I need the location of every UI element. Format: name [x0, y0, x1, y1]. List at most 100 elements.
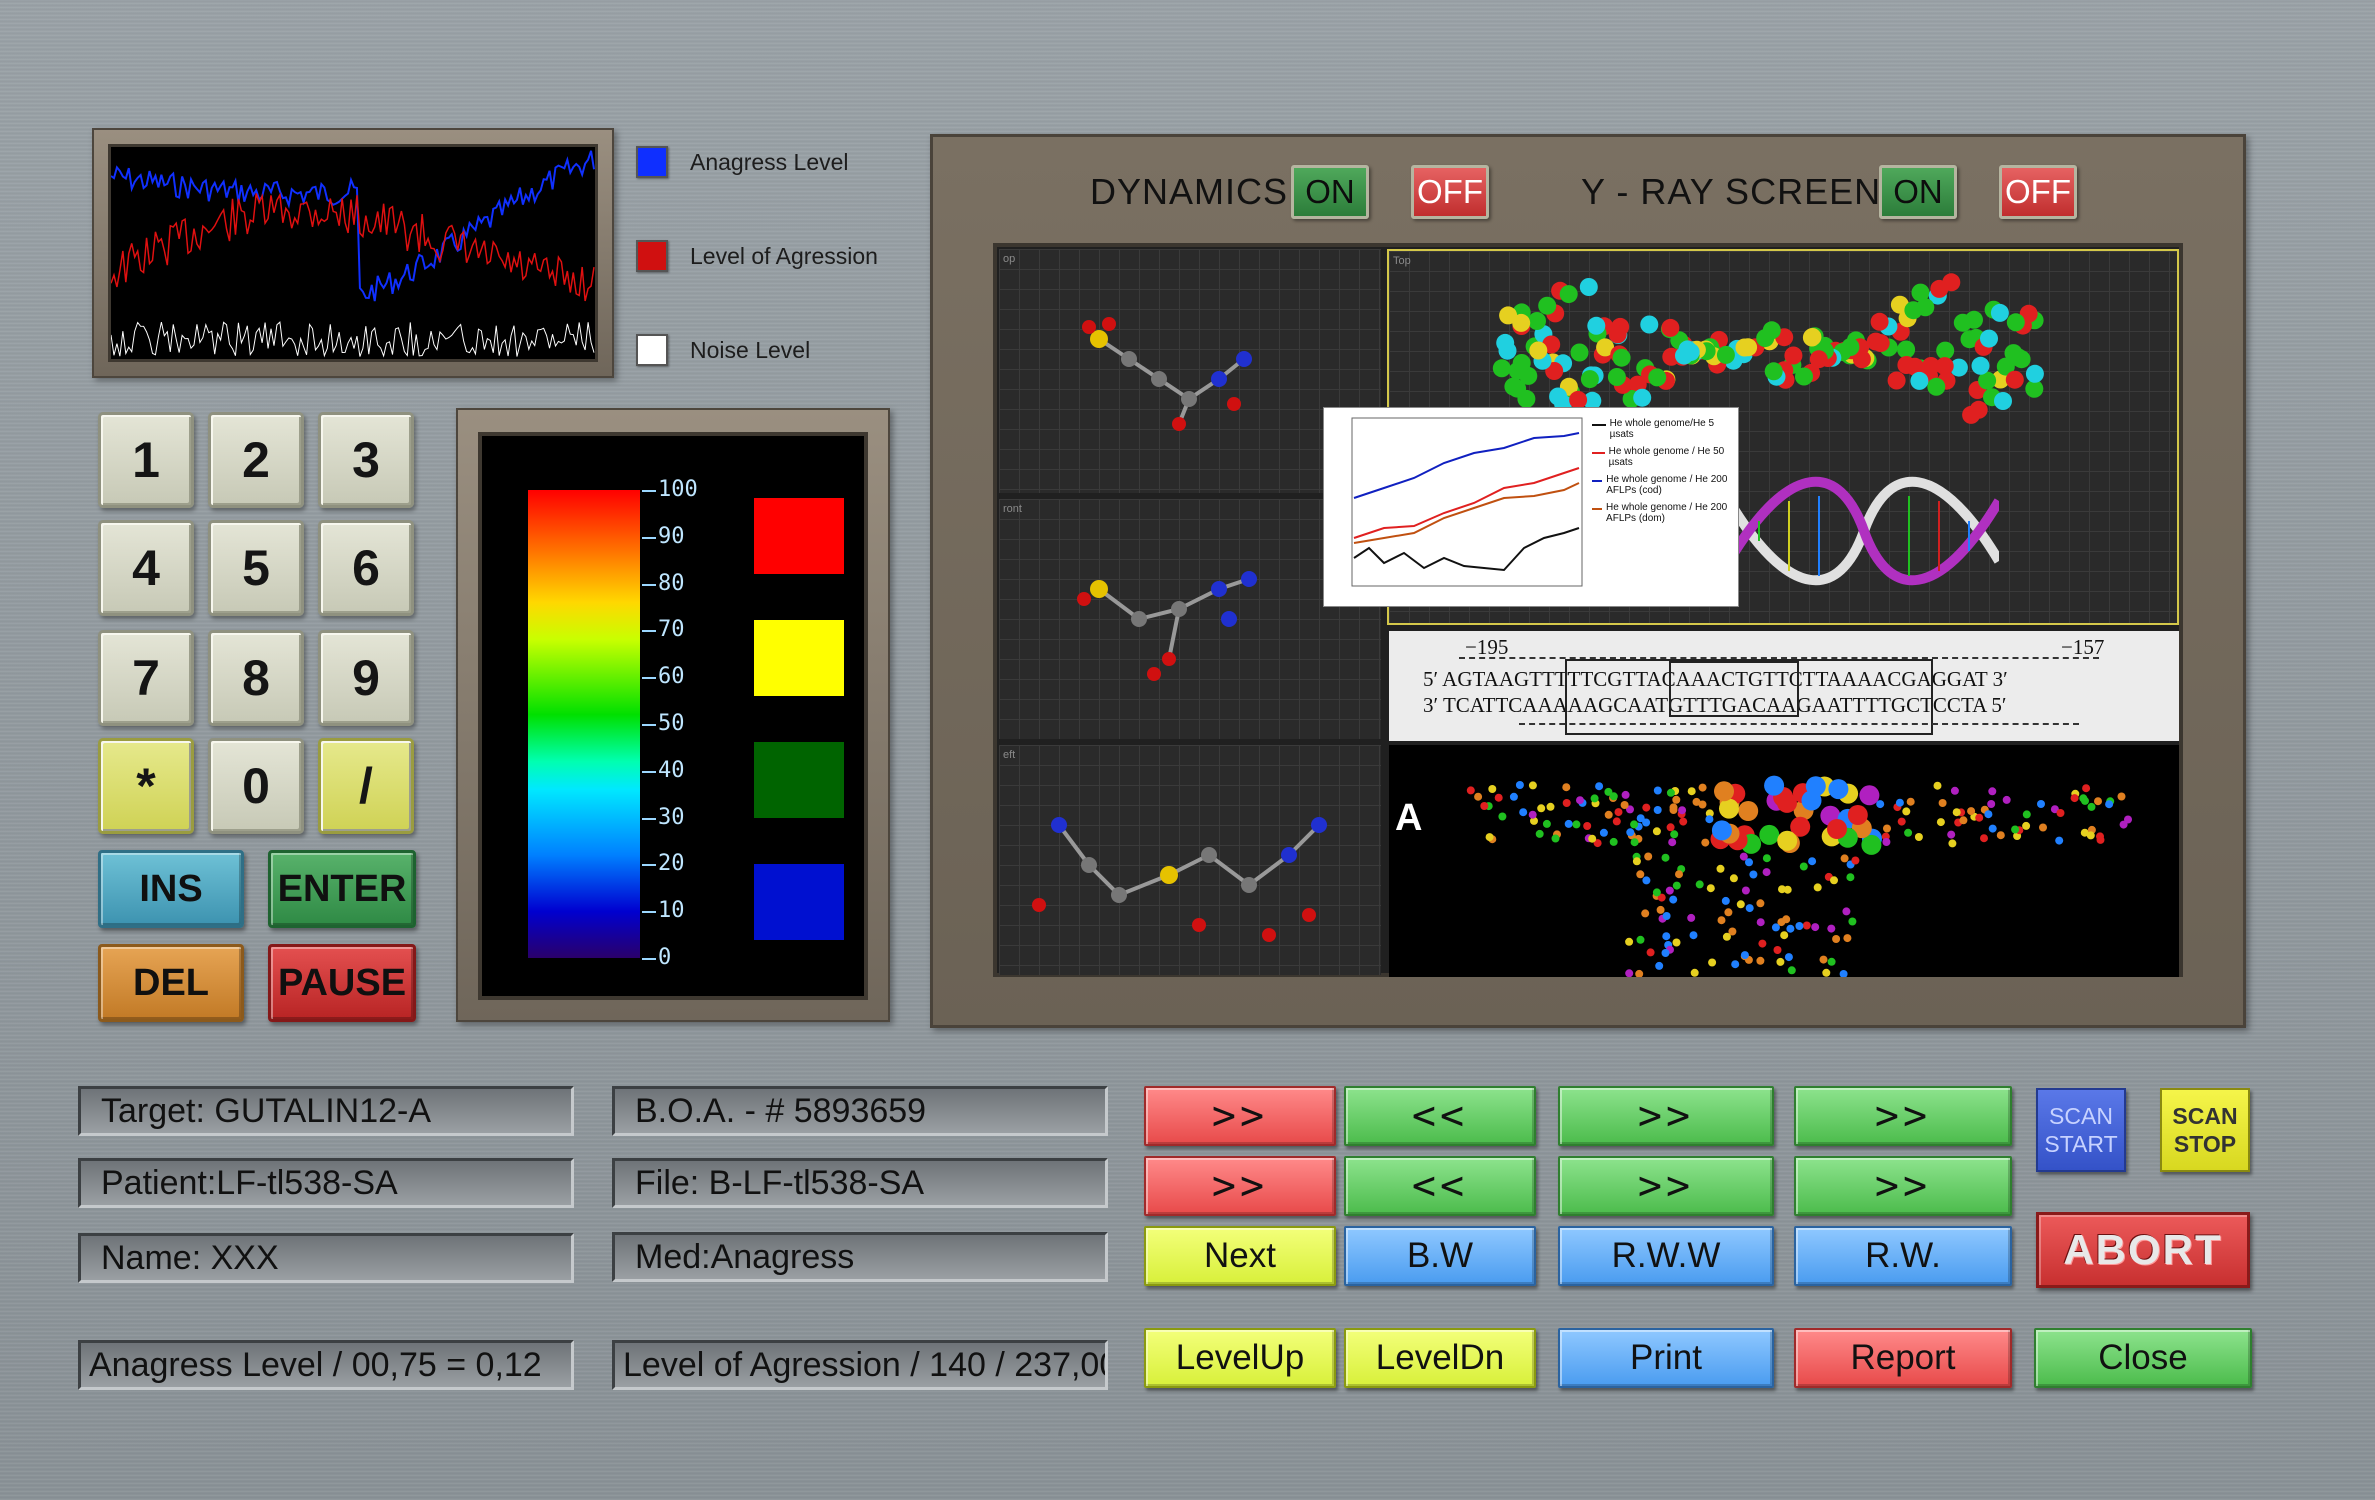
pause-button[interactable]: PAUSE	[268, 944, 416, 1022]
atom-sphere	[1642, 876, 1651, 885]
key-1[interactable]: 1	[98, 412, 194, 508]
scan-stop-button[interactable]: SCAN STOP	[2160, 1088, 2250, 1172]
scale-tick	[642, 536, 656, 539]
atom-sphere	[1661, 949, 1670, 957]
scan-stop-label-1: SCAN	[2172, 1103, 2238, 1129]
atom-sphere	[1498, 812, 1507, 821]
atom-sphere	[1599, 828, 1608, 837]
key-slash[interactable]: /	[318, 738, 414, 834]
atom-sphere	[1583, 822, 1592, 830]
back-button-2[interactable]: <<	[1344, 1156, 1536, 1216]
abort-button[interactable]: ABORT	[2036, 1212, 2250, 1288]
next-button[interactable]: Next	[1144, 1226, 1336, 1286]
dna-helix-model	[1729, 476, 1999, 586]
scale-ticks: 100 90 80 70 60 50 40 30 20 10 0	[642, 477, 732, 970]
scale-tick-label: 70	[658, 617, 685, 643]
atom-sphere	[1764, 362, 1783, 381]
atom-sphere	[1784, 953, 1793, 962]
key-4[interactable]: 4	[98, 520, 194, 616]
inset-legend-line	[1592, 480, 1603, 482]
atom-sphere	[1562, 799, 1571, 807]
atom-sphere	[2081, 796, 2089, 805]
scale-tick-label: 0	[658, 945, 672, 970]
key-2[interactable]: 2	[208, 412, 304, 508]
scan-start-button[interactable]: SCAN START	[2036, 1088, 2126, 1172]
inset-legend-label: He whole genome / He 200 AFLPs (dom)	[1606, 502, 1728, 524]
dynamics-off-button[interactable]: OFF	[1411, 165, 1489, 219]
atom-sphere	[1819, 955, 1828, 964]
signal-waveforms	[111, 150, 595, 358]
forward-button-3[interactable]: >>	[1794, 1086, 2012, 1146]
atom-sphere	[1839, 970, 1848, 977]
close-button[interactable]: Close	[2034, 1328, 2252, 1388]
yray-on-button[interactable]: ON	[1879, 165, 1957, 219]
bw-button[interactable]: B.W	[1344, 1226, 1536, 1286]
enter-button[interactable]: ENTER	[268, 850, 416, 928]
atom-sphere	[1830, 876, 1838, 885]
atom-sphere	[1736, 900, 1745, 909]
atom-sphere	[1827, 957, 1836, 966]
protein-dna-complex-view: A	[1389, 745, 2179, 977]
scale-tick-label: 20	[658, 851, 685, 877]
key-3[interactable]: 3	[318, 412, 414, 508]
key-asterisk[interactable]: *	[98, 738, 194, 834]
rw-button[interactable]: R.W.	[1794, 1226, 2012, 1286]
atom-sphere	[1936, 341, 1955, 360]
rww-button[interactable]: R.W.W	[1558, 1226, 1774, 1286]
forward-button-1[interactable]: >>	[1144, 1086, 1336, 1146]
atom-sphere	[1721, 896, 1730, 905]
sequence-dash-bottom	[1519, 723, 2079, 725]
atom-sphere	[1512, 354, 1531, 372]
atom-sphere	[1975, 813, 1984, 822]
view-left-small: eft	[999, 745, 1381, 975]
atom-sphere	[1848, 917, 1857, 926]
back-button-1[interactable]: <<	[1344, 1086, 1536, 1146]
file-field: File: B-LF-tl538-SA	[612, 1158, 1108, 1208]
level-down-button[interactable]: LevelDn	[1344, 1328, 1536, 1388]
key-8[interactable]: 8	[208, 630, 304, 726]
key-0[interactable]: 0	[208, 738, 304, 834]
dynamics-on-button[interactable]: ON	[1291, 165, 1369, 219]
report-button[interactable]: Report	[1794, 1328, 2012, 1388]
forward-button-4[interactable]: >>	[1144, 1156, 1336, 1216]
atom-sphere	[1633, 388, 1652, 407]
forward-button-6[interactable]: >>	[1794, 1156, 2012, 1216]
forward-arrow-label: >>	[1637, 1093, 1695, 1139]
atom-sphere	[1758, 939, 1767, 948]
view-tag: ront	[1003, 503, 1022, 515]
atom-sphere	[1948, 839, 1957, 848]
print-button[interactable]: Print	[1558, 1328, 1774, 1388]
key-5[interactable]: 5	[208, 520, 304, 616]
atom-sphere	[1809, 350, 1828, 369]
yray-off-button[interactable]: OFF	[1999, 165, 2077, 219]
key-7[interactable]: 7	[98, 630, 194, 726]
forward-button-5[interactable]: >>	[1558, 1156, 1774, 1216]
scale-tick-label: 50	[658, 711, 685, 736]
atom-sphere	[1576, 796, 1584, 805]
legend-swatch-red	[636, 240, 668, 272]
key-9[interactable]: 9	[318, 630, 414, 726]
del-button[interactable]: DEL	[98, 944, 244, 1022]
level-up-button[interactable]: LevelUp	[1144, 1328, 1336, 1388]
atom-sphere	[1653, 806, 1662, 814]
atom-sphere	[1690, 968, 1699, 977]
ins-button[interactable]: INS	[98, 850, 244, 928]
atom-sphere	[1614, 808, 1623, 817]
atom-sphere	[2012, 350, 2031, 369]
atom-sphere	[1953, 313, 1972, 332]
atom-sphere	[1466, 786, 1475, 795]
key-6[interactable]: 6	[318, 520, 414, 616]
atom-sphere	[1666, 823, 1675, 832]
legend-item-agression: Level of Agression	[636, 234, 878, 278]
atom-sphere	[1773, 946, 1782, 954]
inset-legend-line	[1592, 424, 1606, 426]
atom-sphere	[1990, 303, 2009, 322]
atom-sphere	[1994, 392, 2012, 410]
atom-sphere	[1795, 367, 1813, 386]
atom-sphere	[1492, 359, 1511, 378]
scan-start-label-2: START	[2044, 1131, 2118, 1157]
atom-sphere	[1813, 883, 1822, 892]
sequence-inner-box	[1669, 661, 1799, 717]
forward-button-2[interactable]: >>	[1558, 1086, 1774, 1146]
scale-tick	[642, 958, 656, 960]
